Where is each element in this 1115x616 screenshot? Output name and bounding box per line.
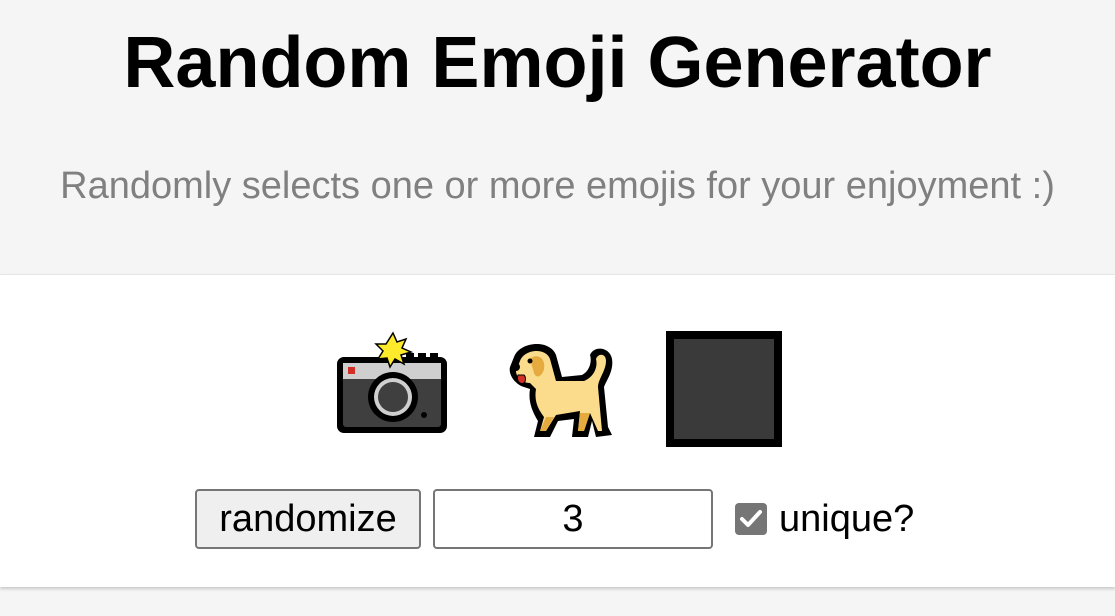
generator-card: randomize unique?: [0, 274, 1115, 587]
controls: randomize unique?: [195, 489, 914, 549]
randomize-button[interactable]: randomize: [195, 489, 421, 549]
unique-checkbox[interactable]: [735, 503, 767, 535]
unique-label: unique?: [779, 497, 915, 540]
header: Random Emoji Generator Randomly selects …: [0, 0, 1115, 274]
count-input[interactable]: [433, 489, 713, 549]
checkmark-icon: [740, 510, 762, 527]
black-square-icon: [665, 331, 782, 447]
page-subtitle: Randomly selects one or more emojis for …: [60, 165, 1055, 207]
emoji-output: [0, 331, 1115, 447]
page-title: Random Emoji Generator: [123, 23, 992, 103]
dog-icon: [500, 331, 616, 447]
camera-flash-icon: [334, 331, 450, 447]
